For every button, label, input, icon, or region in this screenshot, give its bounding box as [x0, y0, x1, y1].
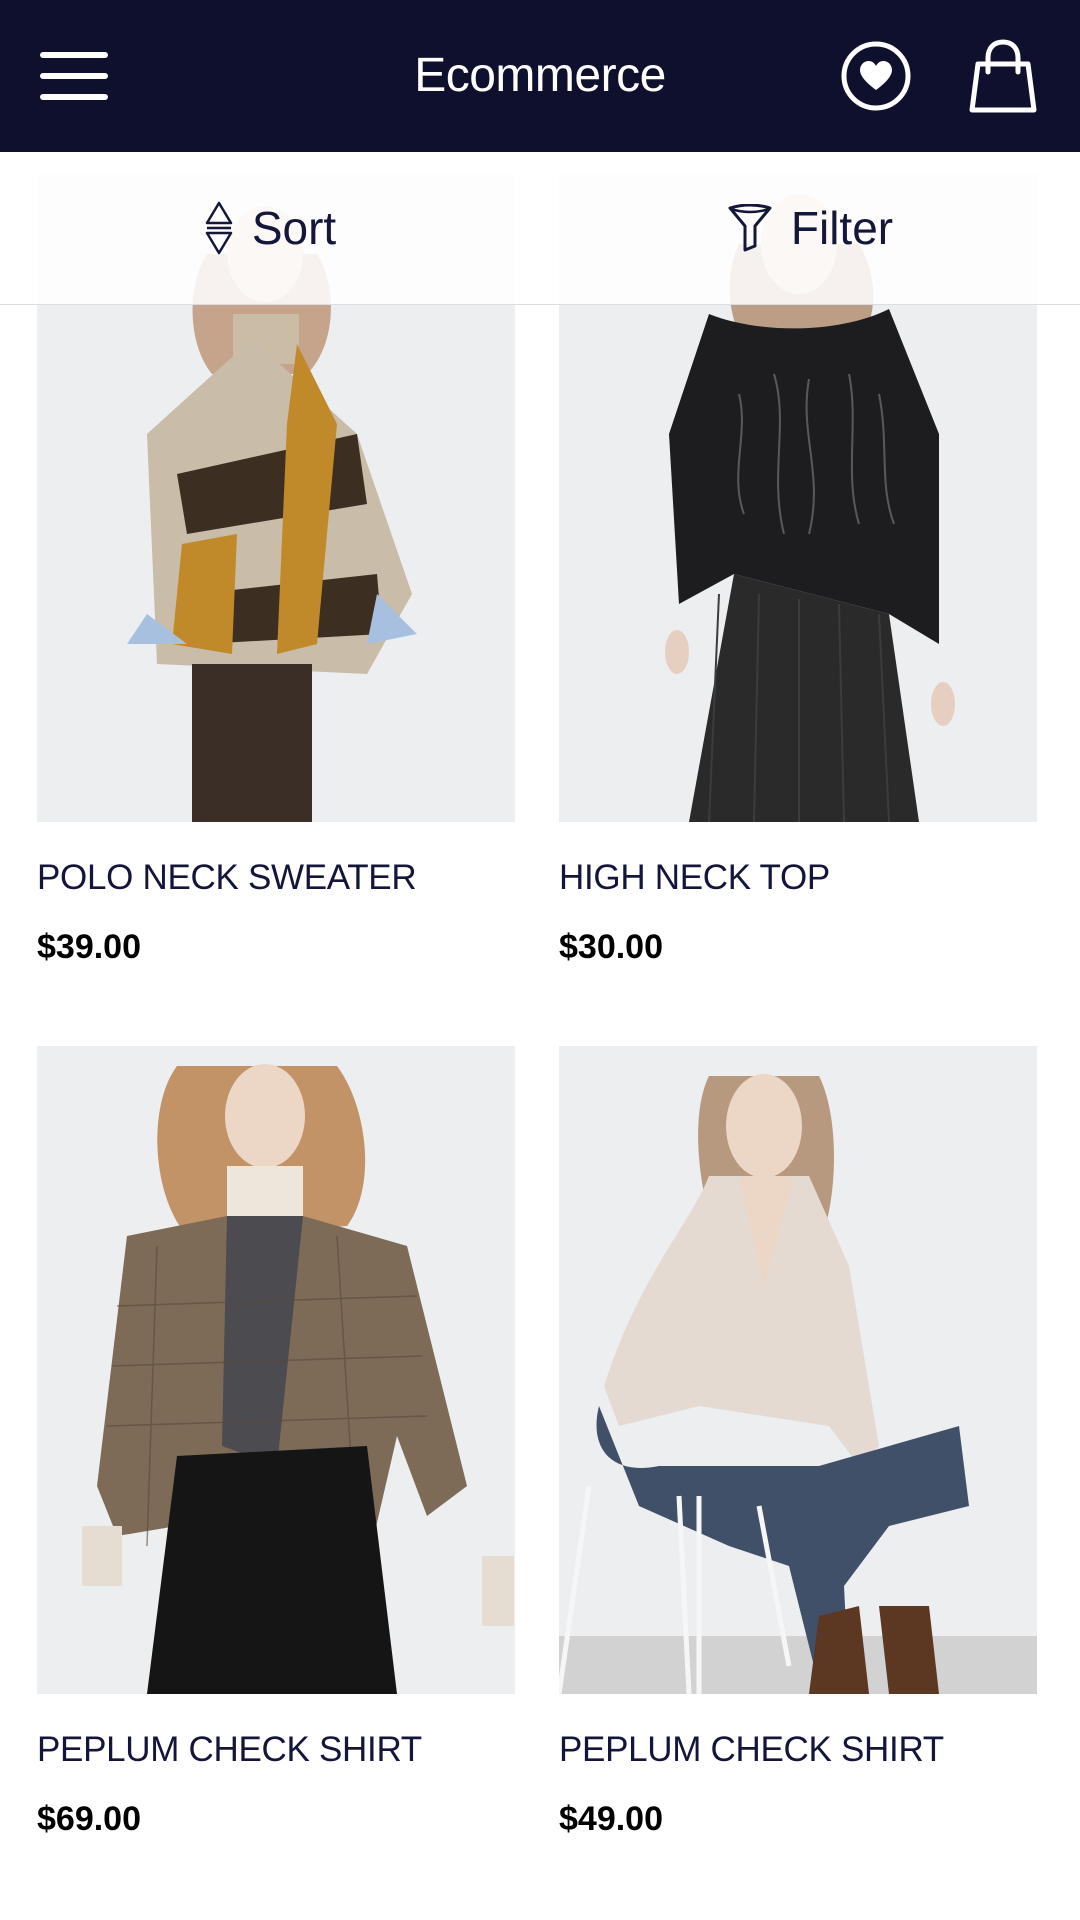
product-name[interactable]: PEPLUM CHECK SHIRT: [37, 1730, 422, 1770]
sort-label: Sort: [251, 202, 337, 254]
filter-label: Filter: [790, 202, 894, 254]
sort-filter-bar: Sort Filter: [0, 152, 1080, 305]
shopping-bag-icon[interactable]: [966, 38, 1040, 114]
filter-button[interactable]: Filter: [540, 152, 1080, 304]
product-price: $30.00: [559, 928, 663, 966]
menu-icon[interactable]: [40, 52, 108, 100]
app-header: Ecommerce: [0, 0, 1080, 152]
sort-icon: [205, 201, 233, 255]
product-price: $49.00: [559, 1800, 663, 1838]
sort-button[interactable]: Sort: [0, 152, 540, 304]
product-price: $39.00: [37, 928, 141, 966]
product-price: $69.00: [37, 1800, 141, 1838]
product-name[interactable]: PEPLUM CHECK SHIRT: [559, 1730, 944, 1770]
product-image-v-neck-sweater[interactable]: [559, 1046, 1037, 1694]
heart-icon[interactable]: [840, 40, 912, 112]
product-name[interactable]: HIGH NECK TOP: [559, 858, 830, 898]
app-title: Ecommerce: [414, 49, 666, 102]
product-name[interactable]: POLO NECK SWEATER: [37, 858, 417, 898]
filter-icon: [728, 204, 772, 252]
product-image-check-blazer[interactable]: [37, 1046, 515, 1694]
